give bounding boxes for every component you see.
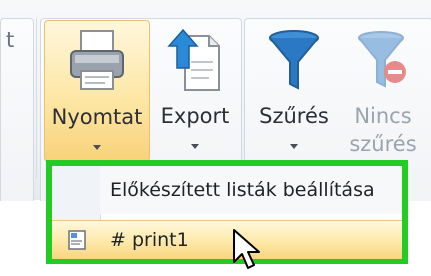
export-button-label: Export xyxy=(160,104,230,128)
clear-filter-label-line1: Nincs xyxy=(354,104,412,128)
menu-header: Előkészített listák beállítása xyxy=(100,166,402,214)
print-button-label: Nyomtat xyxy=(51,105,143,129)
clear-filter-button[interactable]: Nincs szűrés xyxy=(340,20,426,160)
ribbon-partial-button[interactable]: t xyxy=(0,20,26,140)
chevron-down-icon xyxy=(93,145,101,150)
chevron-down-icon xyxy=(191,144,199,149)
export-button[interactable]: Export xyxy=(150,20,240,160)
funnel-remove-icon xyxy=(355,28,411,95)
print-dropdown-menu: Előkészített listák beállítása # print1 xyxy=(46,160,408,264)
print-button[interactable]: Nyomtat xyxy=(44,20,150,162)
menu-item-print1[interactable]: # print1 xyxy=(52,220,402,259)
report-icon xyxy=(68,230,88,254)
filter-button[interactable]: Szűrés xyxy=(250,20,338,160)
menu-item-label: # print1 xyxy=(110,229,189,251)
ribbon-partial-label: t xyxy=(6,28,15,52)
chevron-down-icon xyxy=(290,144,298,149)
clear-filter-label-line2: szűrés xyxy=(349,132,417,156)
filter-button-label: Szűrés xyxy=(259,104,329,128)
funnel-icon xyxy=(266,28,322,95)
printer-icon xyxy=(67,29,127,98)
export-document-icon xyxy=(165,28,225,99)
ribbon-separator xyxy=(36,18,37,178)
mouse-cursor-icon xyxy=(232,228,262,276)
